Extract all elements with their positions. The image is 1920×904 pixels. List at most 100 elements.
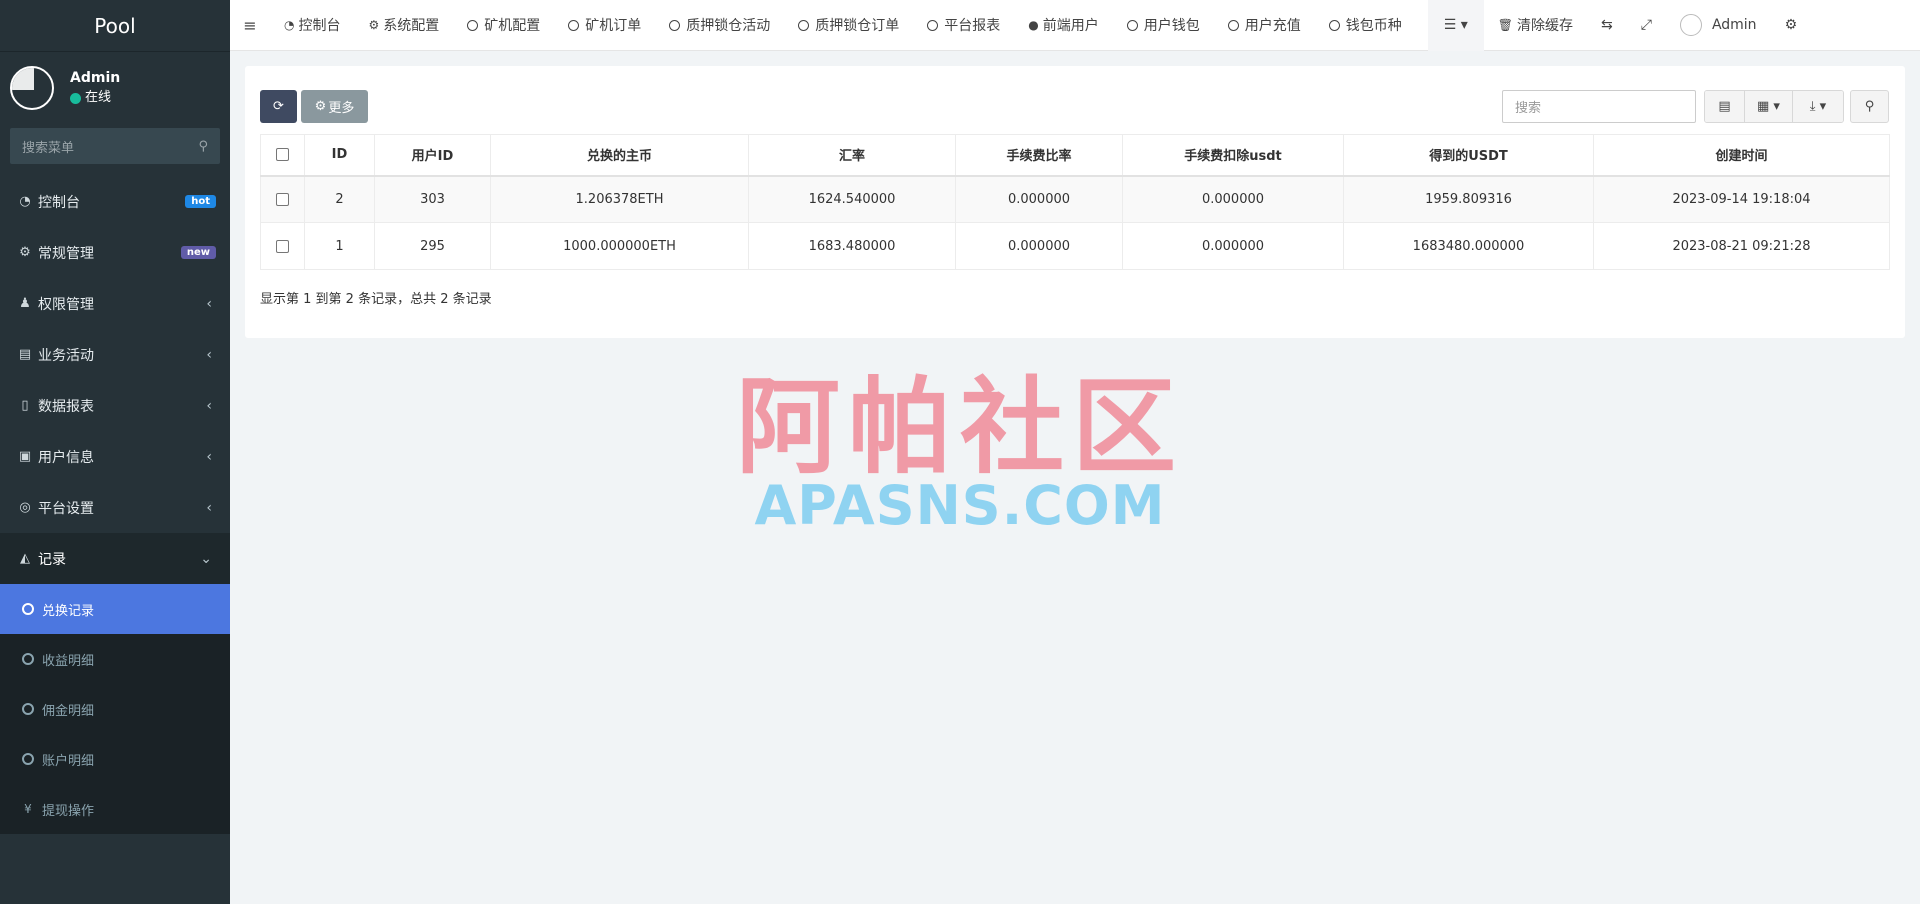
- sidebar-toggle-button[interactable]: ≡: [230, 0, 270, 51]
- circle-icon: [22, 753, 34, 765]
- tab-platform-reports[interactable]: 平台报表: [913, 0, 1014, 51]
- language-icon: ⇆: [1601, 17, 1613, 33]
- bars-icon: ≡: [243, 15, 257, 35]
- sidebar-item-records[interactable]: ◭ 记录 ⌄: [0, 533, 230, 584]
- sidebar-item-reports[interactable]: ▯ 数据报表 ‹: [0, 380, 230, 431]
- sidebar-subitem-label: 提现操作: [42, 803, 95, 819]
- row-checkbox[interactable]: [276, 192, 289, 206]
- records-submenu: 兑换记录 收益明细 佣金明细 账户明细 ¥ 提现操作: [0, 584, 230, 834]
- admin-menu[interactable]: Admin: [1666, 0, 1771, 51]
- sidebar-item-label: 权限管理: [38, 296, 94, 313]
- table-cell: 0.000000: [955, 222, 1123, 270]
- table-header-row: ID 用户ID 兑换的主币 汇率 手续费比率 手续费扣除usdt 得到的USDT…: [260, 134, 1890, 177]
- sidebar-search-placeholder: 搜索菜单: [22, 140, 75, 156]
- sidebar-item-label: 控制台: [38, 194, 80, 211]
- top-navbar: ≡ ◔ 控制台 ⚙ 系统配置 矿机配置 矿机订单 质押锁仓活动 质押锁仓订单 平…: [230, 0, 1920, 51]
- tab-user-recharge[interactable]: 用户充值: [1214, 0, 1315, 51]
- sidebar-subitem-exchange[interactable]: 兑换记录: [0, 584, 230, 634]
- sidebar-item-dashboard[interactable]: ◔ 控制台 hot: [0, 176, 230, 227]
- select-all-checkbox[interactable]: [276, 148, 289, 162]
- sidebar-item-label: 常规管理: [38, 245, 94, 262]
- table-cell: 1959.809316: [1343, 175, 1594, 223]
- tab-wallet-currency[interactable]: 钱包币种: [1315, 0, 1416, 51]
- column-header[interactable]: 手续费比率: [955, 134, 1123, 177]
- column-header[interactable]: 创建时间: [1593, 134, 1890, 177]
- circle-icon: [1126, 19, 1138, 31]
- table-row[interactable]: 1 295 1000.000000ETH 1683.480000 0.00000…: [260, 222, 1890, 270]
- tab-user-wallet[interactable]: 用户钱包: [1113, 0, 1214, 51]
- sidebar-item-general[interactable]: ⚙ 常规管理 new: [0, 227, 230, 278]
- sidebar-subitem-commission[interactable]: 佣金明细: [0, 684, 230, 734]
- circle-icon: [798, 19, 810, 31]
- avatar: [1679, 14, 1702, 36]
- table-row[interactable]: 2 303 1.206378ETH 1624.540000 0.000000 0…: [260, 175, 1890, 223]
- more-button[interactable]: ⚙ 更多: [301, 90, 368, 123]
- money-icon: ▤: [18, 347, 32, 362]
- row-select-cell: [260, 222, 305, 270]
- tab-miner-orders[interactable]: 矿机订单: [554, 0, 655, 51]
- column-header[interactable]: ID: [304, 134, 375, 177]
- sidebar-item-label: 业务活动: [38, 347, 94, 364]
- tab-staking-activity[interactable]: 质押锁仓活动: [655, 0, 784, 51]
- sidebar-subitem-account[interactable]: 账户明细: [0, 734, 230, 784]
- tab-dashboard[interactable]: ◔ 控制台: [270, 0, 354, 51]
- app-logo[interactable]: Pool: [0, 0, 230, 52]
- sidebar-search-input[interactable]: 搜索菜单 ⚲: [10, 128, 220, 164]
- columns-button[interactable]: ▦ ▾: [1745, 91, 1793, 122]
- sidebar-subitem-label: 兑换记录: [42, 603, 95, 619]
- table-cell: 1: [304, 222, 375, 270]
- tab-miner-config[interactable]: 矿机配置: [453, 0, 554, 51]
- user-panel: Admin 在线: [0, 52, 230, 124]
- table-search-input[interactable]: 搜索: [1502, 90, 1696, 123]
- sidebar-item-userinfo[interactable]: ▣ 用户信息 ‹: [0, 431, 230, 482]
- circle-icon: [467, 19, 479, 31]
- tabs-dropdown-button[interactable]: ☰ ▾: [1427, 0, 1484, 51]
- table-cell: 0.000000: [1122, 222, 1344, 270]
- sidebar-subitem-income[interactable]: 收益明细: [0, 634, 230, 684]
- tab-system-config[interactable]: ⚙ 系统配置: [354, 0, 453, 51]
- clear-cache-button[interactable]: 🗑 清除缓存: [1484, 0, 1587, 51]
- table-cell: 295: [374, 222, 491, 270]
- table-cell: 1624.540000: [748, 175, 956, 223]
- column-header[interactable]: 用户ID: [374, 134, 491, 177]
- tab-frontend-users[interactable]: ● 前端用户: [1014, 0, 1112, 51]
- language-button[interactable]: ⇆: [1587, 0, 1627, 51]
- settings-button[interactable]: ⚙: [1771, 0, 1812, 51]
- sidebar-item-label: 用户信息: [38, 449, 94, 466]
- exchange-records-table: ID 用户ID 兑换的主币 汇率 手续费比率 手续费扣除usdt 得到的USDT…: [260, 134, 1890, 270]
- column-header[interactable]: 汇率: [748, 134, 956, 177]
- chevron-left-icon: ‹: [206, 295, 212, 312]
- export-button[interactable]: ⤓ ▾: [1793, 91, 1843, 122]
- column-header[interactable]: 兑换的主币: [490, 134, 749, 177]
- table-view-icon: ▤: [1718, 99, 1731, 114]
- circle-icon: [927, 19, 939, 31]
- tab-staking-orders[interactable]: 质押锁仓订单: [784, 0, 913, 51]
- table-cell: 0.000000: [1122, 175, 1344, 223]
- circle-icon: [568, 19, 580, 31]
- table-cell: 0.000000: [955, 175, 1123, 223]
- new-badge: new: [180, 246, 216, 259]
- fullscreen-button[interactable]: ⤢: [1627, 0, 1666, 51]
- dot-circle-icon: ◎: [19, 500, 31, 515]
- tab-label: 矿机配置: [484, 18, 541, 34]
- tab-label: 矿机订单: [585, 18, 642, 34]
- circle-icon: [22, 653, 34, 665]
- sidebar-subitem-withdraw[interactable]: ¥ 提现操作: [0, 784, 230, 834]
- table-cell: 2023-09-14 19:18:04: [1593, 175, 1890, 223]
- yen-icon: ¥: [24, 802, 32, 816]
- column-header[interactable]: 手续费扣除usdt: [1122, 134, 1344, 177]
- sidebar-item-platform[interactable]: ◎ 平台设置 ‹: [0, 482, 230, 533]
- advanced-search-button[interactable]: ⚲: [1850, 90, 1889, 123]
- column-header[interactable]: 得到的USDT: [1343, 134, 1594, 177]
- tab-label: 质押锁仓订单: [815, 18, 900, 34]
- sidebar-item-permission[interactable]: ♟ 权限管理 ‹: [0, 278, 230, 329]
- table-search-placeholder: 搜索: [1515, 101, 1542, 116]
- online-dot-icon: [70, 92, 81, 104]
- table-cell: 2023-08-21 09:21:28: [1593, 222, 1890, 270]
- file-icon: ▯: [21, 398, 29, 413]
- sidebar-item-business[interactable]: ▤ 业务活动 ‹: [0, 329, 230, 380]
- toggle-view-button[interactable]: ▤: [1705, 91, 1745, 122]
- row-checkbox[interactable]: [276, 239, 289, 253]
- refresh-button[interactable]: ⟳: [260, 90, 297, 123]
- dashboard-icon: ◔: [284, 18, 295, 32]
